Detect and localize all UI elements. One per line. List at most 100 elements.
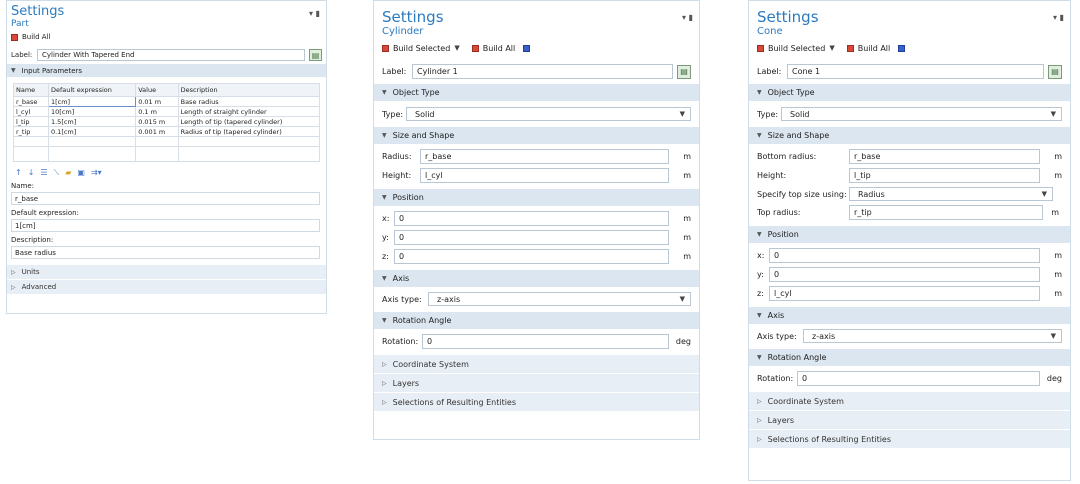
list-icon[interactable]: ☰ (40, 168, 47, 178)
type-select[interactable]: Solid ▼ (406, 107, 691, 121)
reset-label-icon[interactable]: ▤ (677, 64, 691, 79)
section-axis[interactable]: ▼ Axis (374, 270, 699, 287)
save-icon[interactable]: ▣ (77, 168, 85, 178)
table-cell[interactable]: l_tip (13, 116, 49, 127)
section-units[interactable]: ▷ Units (7, 265, 326, 279)
chevron-down-icon[interactable]: ▼ (829, 44, 834, 52)
table-cell[interactable]: Length of tip (tapered cylinder) (177, 116, 321, 127)
table-cell[interactable]: 1.5[cm] (47, 116, 137, 127)
height-field[interactable]: l_tip (849, 168, 1040, 183)
table-cell[interactable]: l_cyl (13, 106, 49, 117)
column-header[interactable]: Value (135, 83, 179, 97)
table-cell[interactable]: Radius of tip (tapered cylinder) (177, 126, 321, 137)
section-position[interactable]: ▼ Position (374, 189, 699, 206)
section-position[interactable]: ▼ Position (749, 226, 1070, 243)
rotation-field[interactable]: 0 (797, 371, 1040, 386)
section-input-parameters[interactable]: ▼ Input Parameters (7, 64, 326, 77)
expanded-triangle-icon: ▼ (11, 67, 16, 74)
build-all-icon[interactable] (11, 33, 18, 41)
build-all-button[interactable]: Build All (858, 44, 891, 53)
section-rotation-angle[interactable]: ▼ Rotation Angle (749, 349, 1070, 366)
expanded-triangle-icon: ▼ (382, 275, 387, 282)
arrow-up-icon[interactable]: ↑ (15, 168, 22, 178)
graphics-icon[interactable] (898, 44, 906, 52)
label-input[interactable]: Cylinder With Tapered End (37, 49, 305, 61)
table-row-empty[interactable] (13, 136, 321, 147)
table-cell[interactable]: 10[cm] (47, 106, 137, 117)
build-selected-button[interactable]: Build Selected (393, 44, 450, 53)
table-cell[interactable]: r_tip (13, 126, 49, 137)
section-layers[interactable]: ▷ Layers (374, 374, 699, 392)
column-header[interactable]: Name (13, 83, 49, 97)
build-selected-icon[interactable] (382, 44, 389, 52)
table-cell[interactable]: 1[cm] (47, 96, 137, 107)
folder-open-icon[interactable]: ▰ (65, 168, 71, 178)
section-advanced[interactable]: ▷ Advanced (7, 280, 326, 294)
section-layers[interactable]: ▷ Layers (749, 411, 1070, 429)
type-label: Type: (382, 109, 404, 119)
section-coordinate-system[interactable]: ▷ Coordinate System (374, 355, 699, 373)
z-field[interactable]: 0 (394, 249, 669, 264)
y-field[interactable]: 0 (769, 267, 1040, 282)
arrow-down-icon[interactable]: ↓ (28, 168, 35, 178)
axis-type-select[interactable]: z-axis ▼ (803, 329, 1062, 343)
column-header[interactable]: Description (177, 83, 321, 97)
import-icon[interactable]: ⇉▾ (91, 168, 102, 178)
radius-field[interactable]: r_base (420, 149, 669, 164)
bottom-radius-field[interactable]: r_base (849, 149, 1040, 164)
axis-type-select-value: z-axis (437, 294, 461, 304)
section-axis[interactable]: ▼ Axis (749, 307, 1070, 324)
label-input[interactable]: Cone 1 (787, 64, 1044, 79)
type-select[interactable]: Solid ▼ (781, 107, 1062, 121)
y-field[interactable]: 0 (394, 230, 669, 245)
table-row[interactable]: r_tip 0.1[cm] 0.001 m Radius of tip (tap… (13, 126, 321, 137)
pin-icon[interactable]: ▾ ▮ (682, 13, 693, 22)
build-all-icon[interactable] (471, 44, 479, 52)
name-field[interactable]: r_base (11, 192, 320, 205)
height-field[interactable]: l_cyl (420, 168, 669, 183)
table-row-empty[interactable] (13, 146, 321, 162)
table-row[interactable]: l_cyl 10[cm] 0.1 m Length of straight cy… (13, 106, 321, 117)
clear-icon[interactable]: ⟍ (54, 168, 60, 178)
table-cell[interactable]: Length of straight cylinder (177, 106, 321, 117)
section-size-and-shape[interactable]: ▼ Size and Shape (374, 127, 699, 144)
rotation-field[interactable]: 0 (422, 334, 669, 349)
table-cell[interactable]: r_base (13, 96, 49, 107)
section-selections[interactable]: ▷ Selections of Resulting Entities (374, 393, 699, 411)
section-object-type[interactable]: ▼ Object Type (749, 84, 1070, 101)
panel-subtitle: Cone (757, 26, 783, 37)
top-radius-field[interactable]: r_tip (849, 205, 1043, 220)
pin-icon[interactable]: ▾ ▮ (1053, 13, 1064, 22)
table-cell[interactable]: Base radius (177, 96, 321, 107)
build-all-button[interactable]: Build All (483, 44, 516, 53)
table-cell[interactable]: 0.1[cm] (47, 126, 137, 137)
build-selected-icon[interactable] (757, 44, 764, 52)
section-size-and-shape[interactable]: ▼ Size and Shape (749, 127, 1070, 144)
build-all-icon[interactable] (846, 44, 854, 52)
x-label: x: (757, 251, 765, 260)
section-object-type[interactable]: ▼ Object Type (374, 84, 699, 101)
expanded-triangle-icon: ▼ (757, 312, 762, 319)
default-expression-field[interactable]: 1[cm] (11, 219, 320, 232)
section-coordinate-system[interactable]: ▷ Coordinate System (749, 392, 1070, 410)
reset-label-icon[interactable]: ▤ (1048, 64, 1062, 79)
column-header[interactable]: Default expression (47, 83, 137, 97)
axis-type-select[interactable]: z-axis ▼ (428, 292, 691, 306)
chevron-down-icon[interactable]: ▼ (454, 44, 459, 52)
graphics-icon[interactable] (523, 44, 531, 52)
x-field[interactable]: 0 (394, 211, 669, 226)
description-field[interactable]: Base radius (11, 246, 320, 259)
reset-label-icon[interactable]: ▤ (309, 49, 322, 61)
build-all-button[interactable]: Build All (22, 33, 50, 41)
section-selections[interactable]: ▷ Selections of Resulting Entities (749, 430, 1070, 448)
radius-label: Radius: (382, 152, 412, 161)
pin-icon[interactable]: ▾ ▮ (309, 9, 320, 18)
top-size-select[interactable]: Radius ▼ (849, 187, 1053, 201)
label-input[interactable]: Cylinder 1 (412, 64, 673, 79)
table-row[interactable]: r_base 1[cm] 0.01 m Base radius (13, 96, 321, 107)
z-field[interactable]: l_cyl (769, 286, 1040, 301)
x-field[interactable]: 0 (769, 248, 1040, 263)
build-selected-button[interactable]: Build Selected (768, 44, 825, 53)
table-row[interactable]: l_tip 1.5[cm] 0.015 m Length of tip (tap… (13, 116, 321, 127)
section-rotation-angle[interactable]: ▼ Rotation Angle (374, 312, 699, 329)
